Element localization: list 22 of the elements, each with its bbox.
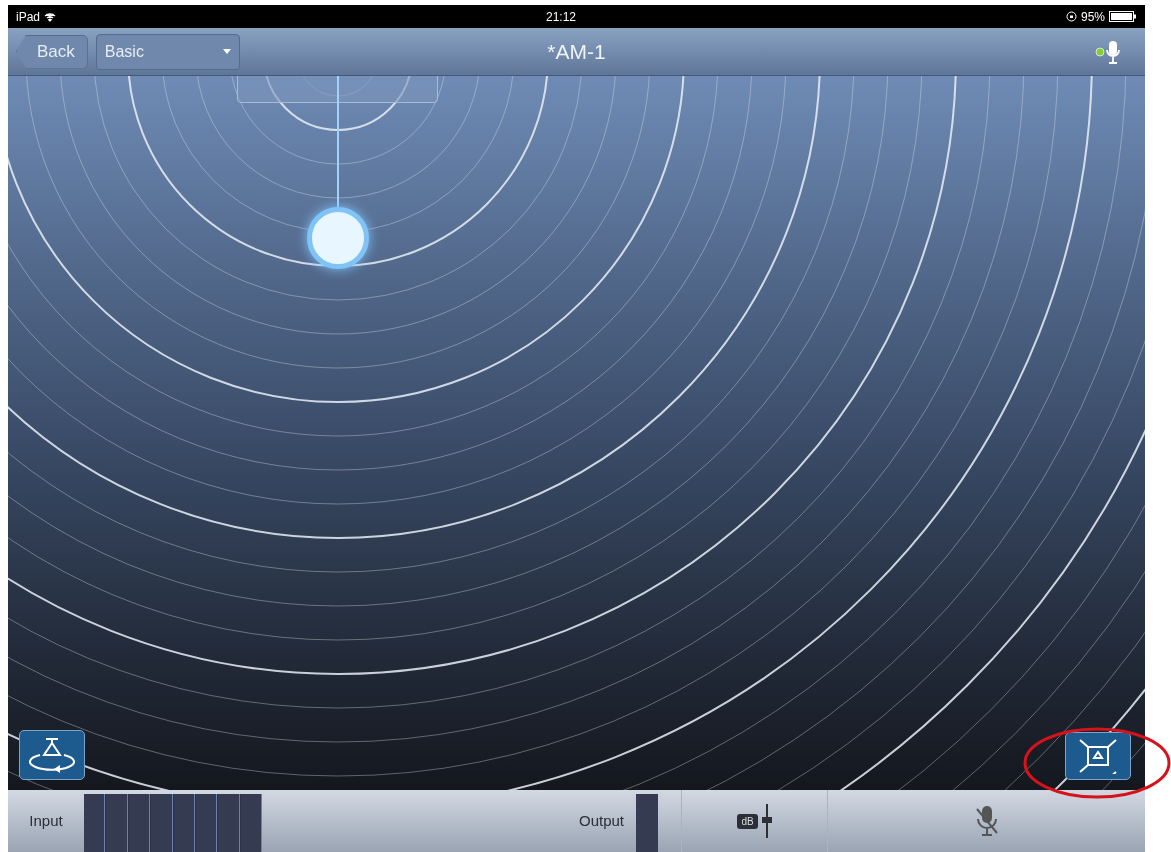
rotation-lock-icon [1065, 11, 1077, 22]
wifi-icon [44, 11, 57, 22]
back-button[interactable]: Back [16, 34, 88, 69]
source-position-handle[interactable] [307, 207, 369, 269]
level-adjust-button[interactable]: dB [682, 790, 828, 852]
battery-percent: 95% [1080, 8, 1105, 26]
device-name: iPad [16, 8, 41, 26]
muted-microphone-icon [974, 805, 999, 837]
fit-view-button[interactable] [1065, 732, 1131, 780]
battery-icon [1109, 11, 1137, 22]
output-level-meter [636, 794, 658, 852]
rotate-speaker-icon [26, 735, 78, 775]
db-badge: dB [737, 813, 758, 829]
fader-icon [761, 804, 772, 838]
screen-title: *AM-1 [547, 38, 606, 65]
clock-time: 21:12 [546, 8, 576, 26]
preset-dropdown[interactable]: Basic [95, 33, 240, 70]
input-label: Input [28, 810, 64, 831]
shrink-arrows-icon [1078, 738, 1118, 774]
caret-icon [222, 49, 231, 54]
rotate-view-button[interactable] [19, 730, 85, 780]
output-label: Output [579, 810, 625, 831]
